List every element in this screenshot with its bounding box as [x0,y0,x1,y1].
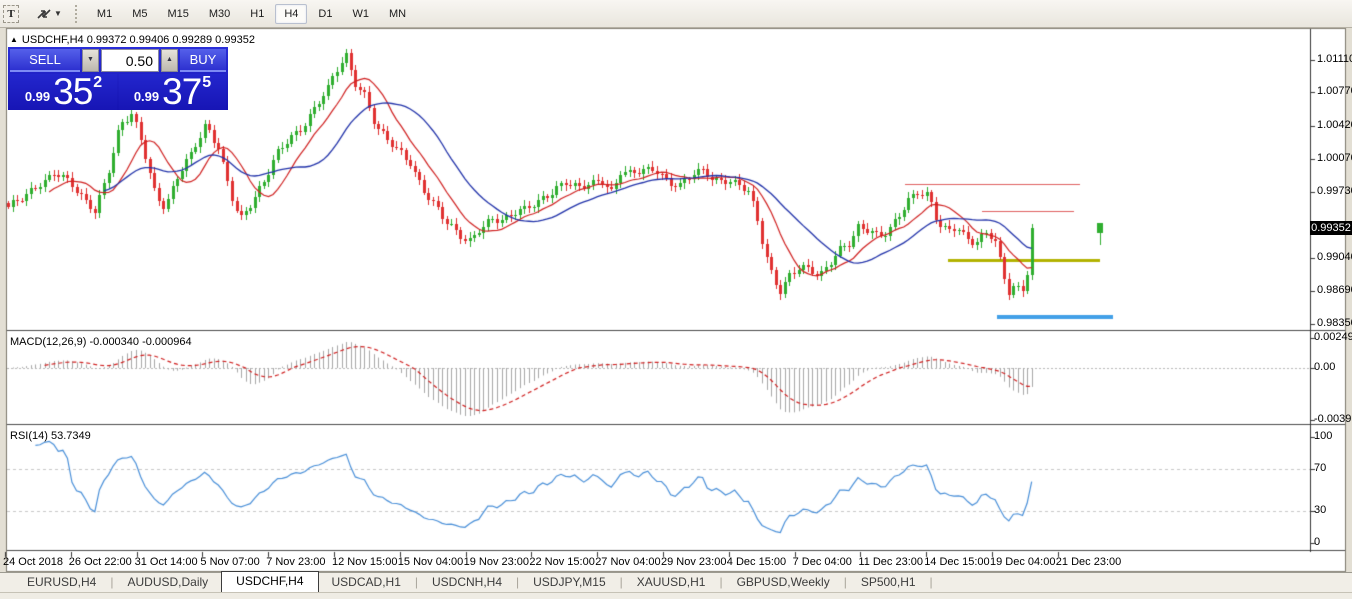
price-axis-tick-label: 0.98350 [1317,317,1352,329]
tab-usdcnh-h4[interactable]: USDCNH,H4 [419,573,515,592]
timeframe-h4-button[interactable]: H4 [275,4,307,24]
sell-price-prefix: 0.99 [25,89,50,104]
chart-tab-bar: EURUSD,H4 | AUDUSD,Daily USDCHF,H4 USDCA… [0,572,1352,592]
sell-price-big: 35 [53,75,92,108]
time-axis-label: 26 Oct 22:00 [69,556,132,568]
macd-axis-tick-label: 0.00 [1314,361,1335,373]
macd-axis-tick-label: -0.003913 [1314,413,1352,425]
rsi-axis-tick-label: 0 [1314,536,1320,548]
price-axis-tick-label: 0.99040 [1317,251,1352,263]
volume-increase-button[interactable]: ▲ [161,49,178,72]
tab-usdjpy-m15[interactable]: USDJPY,M15 [520,573,618,592]
tab-gbpusd-weekly[interactable]: GBPUSD,Weekly [724,573,843,592]
collapse-panel-icon[interactable]: ▲ [10,35,18,44]
macd-axis-tick-label: 0.002492 [1314,331,1352,343]
toolbar: T ▼ M1 M5 M15 M30 H1 H4 D1 W1 MN [0,0,1352,28]
macd-indicator-label: MACD(12,26,9) -0.000340 -0.000964 [10,336,192,348]
rsi-axis-tick-label: 70 [1314,462,1326,474]
chart-title: ▲ USDCHF,H4 0.99372 0.99406 0.99289 0.993… [10,34,255,46]
tab-eurusd-h4[interactable]: EURUSD,H4 [14,573,109,592]
time-axis-label: 15 Nov 04:00 [398,556,463,568]
buy-price-pip: 5 [202,74,211,92]
time-axis-label: 12 Nov 15:00 [332,556,397,568]
chart-symbol: USDCHF,H4 [22,34,84,46]
rsi-name: RSI(14) [10,430,48,442]
sell-price[interactable]: 0.99 35 2 [10,74,117,110]
timeframe-m15-button[interactable]: M15 [158,4,197,24]
tab-sp500-h1[interactable]: SP500,H1 [848,573,929,592]
timeframe-mn-button[interactable]: MN [380,4,415,24]
tab-separator: | [929,575,934,592]
timeframe-h1-button[interactable]: H1 [241,4,273,24]
buy-price-prefix: 0.99 [134,89,159,104]
time-axis-label: 19 Dec 04:00 [990,556,1055,568]
buy-price-big: 37 [162,75,201,108]
current-price-label: 0.99352 [1310,221,1352,235]
time-axis-label: 29 Nov 23:00 [661,556,726,568]
sell-button[interactable]: SELL [10,49,80,72]
swap-arrows-icon [36,7,52,21]
sell-price-pip: 2 [93,74,102,92]
timeframe-m30-button[interactable]: M30 [200,4,239,24]
status-strip [0,592,1352,599]
buy-price[interactable]: 0.99 37 5 [119,74,226,110]
toolbar-grip [75,5,79,23]
macd-values: -0.000340 -0.000964 [89,336,191,348]
chart-ohlc-values: 0.99372 0.99406 0.99289 0.99352 [87,34,255,46]
time-axis-label: 7 Nov 23:00 [266,556,325,568]
price-axis-tick-label: 0.98690 [1317,284,1352,296]
timeframe-m1-button[interactable]: M1 [88,4,121,24]
rsi-value: 53.7349 [51,430,91,442]
time-axis-label: 19 Nov 23:00 [464,556,529,568]
time-axis-label: 27 Nov 04:00 [595,556,660,568]
timeframe-m5-button[interactable]: M5 [123,4,156,24]
time-axis-label: 4 Dec 15:00 [727,556,786,568]
volume-input[interactable] [101,49,159,72]
time-axis-label: 14 Dec 15:00 [924,556,989,568]
tab-audusd-daily[interactable]: AUDUSD,Daily [114,573,221,592]
time-axis-label: 11 Dec 23:00 [858,556,923,568]
new-order-arrows-icon[interactable]: ▼ [33,5,65,23]
rsi-axis-tick-label: 100 [1314,430,1332,442]
volume-decrease-button[interactable]: ▼ [82,49,99,72]
buy-button[interactable]: BUY [180,49,226,72]
mt4-terminal-window: { "toolbar": { "text_tool": "T", "timefr… [0,0,1352,599]
text-tool-icon[interactable]: T [3,5,19,23]
timeframe-w1-button[interactable]: W1 [343,4,378,24]
time-axis-label: 31 Oct 14:00 [135,556,198,568]
time-axis-label: 21 Dec 23:00 [1056,556,1121,568]
time-axis-label: 5 Nov 07:00 [200,556,259,568]
price-axis-tick-label: 0.99730 [1317,185,1352,197]
tab-xauusd-h1[interactable]: XAUUSD,H1 [624,573,719,592]
price-axis-tick-label: 1.01110 [1317,53,1352,65]
dropdown-caret-icon[interactable]: ▼ [54,9,62,18]
one-click-trading-panel: SELL ▼ ▲ BUY 0.99 35 2 0.99 37 5 [8,47,228,110]
price-axis-tick-label: 1.00420 [1317,119,1352,131]
price-axis-tick-label: 1.00070 [1317,152,1352,164]
rsi-axis-tick-label: 30 [1314,504,1326,516]
time-axis-label: 24 Oct 2018 [3,556,63,568]
time-axis-label: 22 Nov 15:00 [529,556,594,568]
price-axis-tick-label: 1.00770 [1317,85,1352,97]
timeframe-d1-button[interactable]: D1 [309,4,341,24]
tab-usdchf-h4[interactable]: USDCHF,H4 [221,571,318,592]
tab-usdcad-h1[interactable]: USDCAD,H1 [319,573,414,592]
time-axis-label: 7 Dec 04:00 [793,556,852,568]
rsi-indicator-label: RSI(14) 53.7349 [10,430,91,442]
macd-name: MACD(12,26,9) [10,336,86,348]
